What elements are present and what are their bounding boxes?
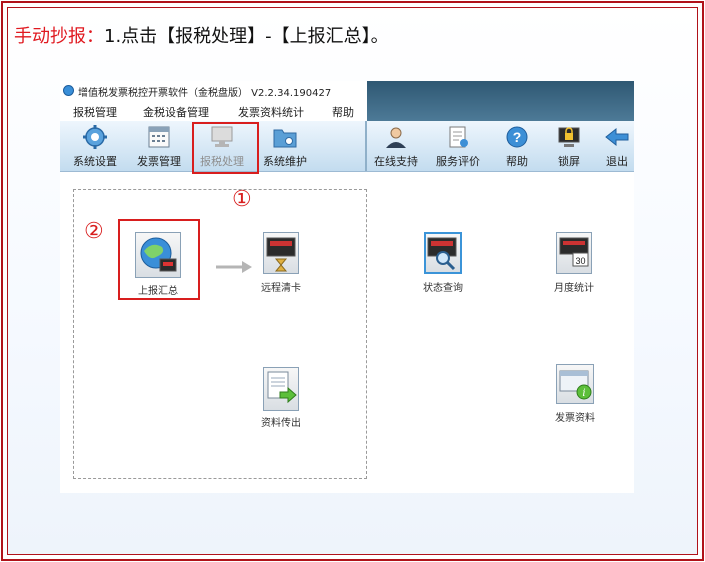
app-logo-icon: [63, 85, 74, 96]
menu-invoice-statistics[interactable]: 发票资料统计: [238, 104, 304, 120]
toolbar-lock-screen-label: 锁屏: [558, 155, 580, 168]
instruction-lead: 手动抄报：: [14, 26, 104, 47]
document-export-icon: [267, 371, 297, 404]
toolbar-system-settings-label: 系统设置: [73, 155, 117, 168]
globe-upload-icon: [140, 237, 177, 272]
titlebar-dark-area: [367, 81, 634, 121]
window-title: 增值税发票税控开票软件（金税盘版） V2.2.34.190427: [78, 88, 332, 99]
upload-summary-label: 上报汇总: [138, 286, 178, 297]
toolbar-separator: [365, 121, 367, 171]
menu-tax-management[interactable]: 报税管理: [73, 104, 117, 120]
upload-summary-button[interactable]: [135, 232, 181, 278]
menu-bar: 报税管理 金税设备管理 发票资料统计 帮助: [60, 101, 367, 121]
toolbar-exit[interactable]: 退出: [600, 123, 634, 169]
gear-icon: [83, 125, 107, 149]
folder-gear-icon: [273, 129, 297, 148]
toolbar-system-maintenance[interactable]: 系统维护: [259, 123, 311, 169]
remote-clear-card-button[interactable]: [263, 232, 299, 274]
toolbar-online-support-label: 在线支持: [374, 155, 418, 168]
toolbar-system-settings[interactable]: 系统设置: [69, 123, 121, 169]
status-query-label: 状态查询: [423, 283, 463, 294]
data-transfer-out-label: 资料传出: [261, 418, 301, 429]
monthly-stats-label: 月度统计: [554, 283, 594, 294]
toolbar-service-rating[interactable]: 服务评价: [431, 123, 485, 169]
toolbar-exit-label: 退出: [606, 155, 628, 168]
toolbar-online-support[interactable]: 在线支持: [370, 123, 422, 169]
calendar-day: 30: [575, 256, 585, 266]
invoice-ledger-icon: [148, 126, 170, 148]
toolbar-invoice-management[interactable]: 发票管理: [133, 123, 185, 169]
toolbar-invoice-management-label: 发票管理: [137, 155, 181, 168]
svg-text:i: i: [582, 388, 585, 399]
invoice-data-button[interactable]: i: [556, 364, 594, 404]
toolbar-system-maintenance-label: 系统维护: [263, 155, 307, 168]
monitor-search-icon: [427, 237, 457, 271]
data-transfer-out-button[interactable]: [263, 367, 299, 411]
toolbar-lock-screen[interactable]: 锁屏: [549, 123, 589, 169]
exit-arrow-icon: [605, 127, 629, 147]
invoice-info-icon: i: [559, 370, 592, 400]
flow-arrow-icon: [216, 261, 252, 273]
status-query-button[interactable]: [424, 232, 462, 274]
support-person-icon: [386, 127, 406, 148]
toolbar-help-label: 帮助: [506, 155, 528, 168]
svg-text:?: ?: [513, 129, 522, 145]
monthly-stats-button[interactable]: 30: [556, 232, 592, 274]
lock-screen-icon: [558, 127, 580, 147]
menu-help[interactable]: 帮助: [332, 104, 354, 120]
menu-golden-tax-device[interactable]: 金税设备管理: [143, 104, 209, 120]
highlight-tax-processing: [192, 122, 259, 174]
remote-clear-card-label: 远程清卡: [261, 283, 301, 294]
toolbar-service-rating-label: 服务评价: [436, 155, 480, 168]
instruction-text: 1.点击【报税处理】-【上报汇总】。: [104, 26, 389, 47]
help-icon: ?: [506, 126, 528, 148]
app-screenshot: 增值税发票税控开票软件（金税盘版） V2.2.34.190427 报税管理 金税…: [60, 81, 634, 493]
invoice-data-label: 发票资料: [555, 413, 595, 424]
toolbar-help[interactable]: ? 帮助: [498, 123, 536, 169]
rating-document-icon: [449, 126, 468, 148]
card-hourglass-icon: [266, 237, 296, 272]
calendar-monitor-icon: 30: [559, 237, 589, 267]
step-two-marker: ②: [84, 219, 104, 244]
instruction-heading: 手动抄报：1.点击【报税处理】-【上报汇总】。: [14, 22, 389, 48]
